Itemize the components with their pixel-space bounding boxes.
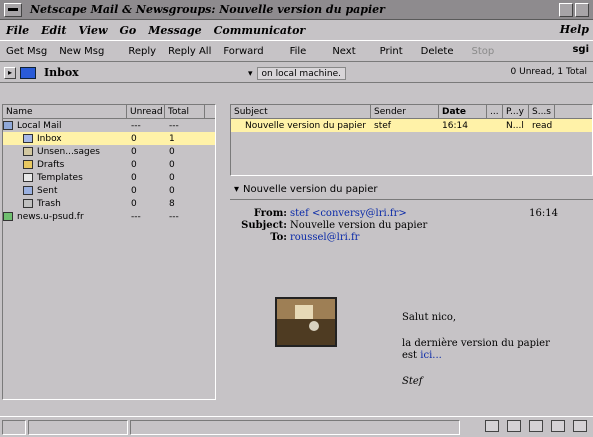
sent-icon (23, 186, 33, 195)
message-body: Salut nico, la dernière version du papie… (402, 312, 582, 402)
message-headers: From: stef <conversy@lri.fr> 16:14 Subje… (236, 208, 558, 244)
subject-value: Nouvelle version du papier (290, 220, 428, 231)
maximize-button[interactable] (575, 3, 589, 17)
message-row[interactable]: Nouvelle version du papier stef 16:14 N.… (231, 119, 592, 132)
message-body-pane[interactable]: From: stef <conversy@lri.fr> 16:14 Subje… (230, 202, 593, 400)
message-counts: 0 Unread, 1 Total (510, 67, 587, 77)
discussions-icon[interactable] (529, 420, 543, 432)
folder-row[interactable]: Templates 0 0 (3, 171, 215, 184)
drafts-icon (23, 160, 33, 169)
component-bar (485, 420, 587, 432)
sgi-logo: sgi (572, 44, 589, 55)
status-message (130, 419, 460, 435)
preview-subject: Nouvelle version du papier (243, 184, 378, 195)
inbox-folder-icon (20, 66, 36, 79)
to-value[interactable]: roussel@lri.fr (290, 232, 359, 244)
trash-icon (23, 199, 33, 208)
host-indicator: ▾ on local machine. (248, 67, 346, 80)
status-lock-icon[interactable] (2, 419, 26, 435)
folder-row[interactable]: Unsen...sages 0 0 (3, 145, 215, 158)
status-bar (0, 416, 593, 437)
preview-header: ▾ Nouvelle version du papier (230, 180, 593, 200)
reply-all-button[interactable]: Reply All (162, 46, 217, 57)
col-sender[interactable]: Sender (371, 105, 439, 118)
folder-pane-header: Name Unread Total (3, 105, 215, 119)
message-list-pane[interactable]: Subject Sender Date ... P...y S...s Nouv… (230, 104, 593, 176)
body-signature: Stef (402, 376, 423, 387)
message-priority: N...l (506, 120, 524, 131)
newsgroup-icon (3, 212, 13, 221)
col-date[interactable]: Date (439, 105, 487, 118)
minimize-button[interactable] (559, 3, 573, 17)
message-list-header: Subject Sender Date ... P...y S...s (231, 105, 592, 119)
menu-file[interactable]: File (6, 24, 29, 37)
body-line2: est (402, 350, 418, 361)
inbox-icon (23, 134, 33, 143)
col-total[interactable]: Total (165, 105, 205, 118)
menu-edit[interactable]: Edit (41, 24, 66, 37)
mail-icon[interactable] (507, 420, 521, 432)
col-extra[interactable]: ... (487, 105, 503, 118)
delete-button[interactable]: Delete (415, 46, 460, 57)
folder-row[interactable]: Inbox 0 1 (3, 132, 215, 145)
message-time: 16:14 (529, 208, 558, 219)
body-greeting: Salut nico, (402, 312, 457, 323)
menu-help[interactable]: Help (560, 23, 589, 36)
status-progress (28, 419, 128, 435)
message-status: read (532, 120, 553, 131)
message-subject: Nouvelle version du papier (245, 120, 366, 131)
window-menu-button[interactable] (4, 2, 22, 17)
toolbar: Get Msg New Msg Reply Reply All Forward … (0, 40, 593, 62)
folder-list: Local Mail --- --- Inbox 0 1 Unsen...sag… (3, 119, 215, 223)
folder-pane[interactable]: Name Unread Total Local Mail --- --- Inb… (2, 104, 216, 400)
col-subject[interactable]: Subject (231, 105, 371, 118)
file-button[interactable]: File (284, 46, 313, 57)
menu-message[interactable]: Message (148, 24, 201, 37)
collapse-icon[interactable]: ▾ (234, 184, 239, 195)
get-msg-button[interactable]: Get Msg (0, 46, 53, 57)
folder-row[interactable]: Local Mail --- --- (3, 119, 215, 132)
new-msg-button[interactable]: New Msg (53, 46, 110, 57)
body-line1: la dernière version du papier (402, 338, 550, 349)
col-status[interactable]: S...s (529, 105, 555, 118)
edit-icon[interactable] (573, 420, 587, 432)
host-label: on local machine. (256, 67, 346, 80)
message-date: 16:14 (442, 120, 468, 131)
forward-button[interactable]: Forward (217, 46, 269, 57)
message-sender: stef (374, 120, 391, 131)
from-value[interactable]: stef <conversy@lri.fr> (290, 208, 407, 220)
folder-row[interactable]: Drafts 0 0 (3, 158, 215, 171)
menu-view[interactable]: View (79, 24, 108, 37)
stop-button: Stop (471, 45, 495, 57)
menu-communicator[interactable]: Communicator (214, 24, 306, 37)
folder-bar: ▸ Inbox ▾ on local machine. 0 Unread, 1 … (0, 63, 593, 83)
folder-row[interactable]: Sent 0 0 (3, 184, 215, 197)
col-name[interactable]: Name (3, 105, 127, 118)
templates-icon (23, 173, 33, 182)
col-unread[interactable]: Unread (127, 105, 165, 118)
navigator-icon[interactable] (485, 420, 499, 432)
col-priority[interactable]: P...y (503, 105, 529, 118)
window-title: Netscape Mail & Newsgroups: Nouvelle ver… (30, 3, 385, 16)
photo-thumbnail (275, 297, 337, 347)
menu-go[interactable]: Go (120, 24, 137, 37)
to-label: To: (270, 232, 287, 243)
composer-icon[interactable] (551, 420, 565, 432)
title-bar: Netscape Mail & Newsgroups: Nouvelle ver… (0, 0, 593, 20)
subject-label: Subject: (241, 220, 287, 231)
from-label: From: (253, 208, 287, 219)
local-mail-icon (3, 121, 13, 130)
folder-toggle-icon[interactable]: ▸ (4, 66, 16, 79)
reply-button[interactable]: Reply (122, 46, 162, 57)
folder-row[interactable]: news.u-psud.fr --- --- (3, 210, 215, 223)
chevron-down-icon[interactable]: ▾ (248, 69, 253, 79)
body-link[interactable]: ici... (420, 350, 442, 361)
unsent-icon (23, 147, 33, 156)
print-button[interactable]: Print (374, 46, 409, 57)
current-folder-name[interactable]: Inbox (44, 66, 79, 79)
folder-row[interactable]: Trash 0 8 (3, 197, 215, 210)
next-button[interactable]: Next (326, 46, 361, 57)
menu-bar: File Edit View Go Message Communicator H… (0, 21, 593, 39)
